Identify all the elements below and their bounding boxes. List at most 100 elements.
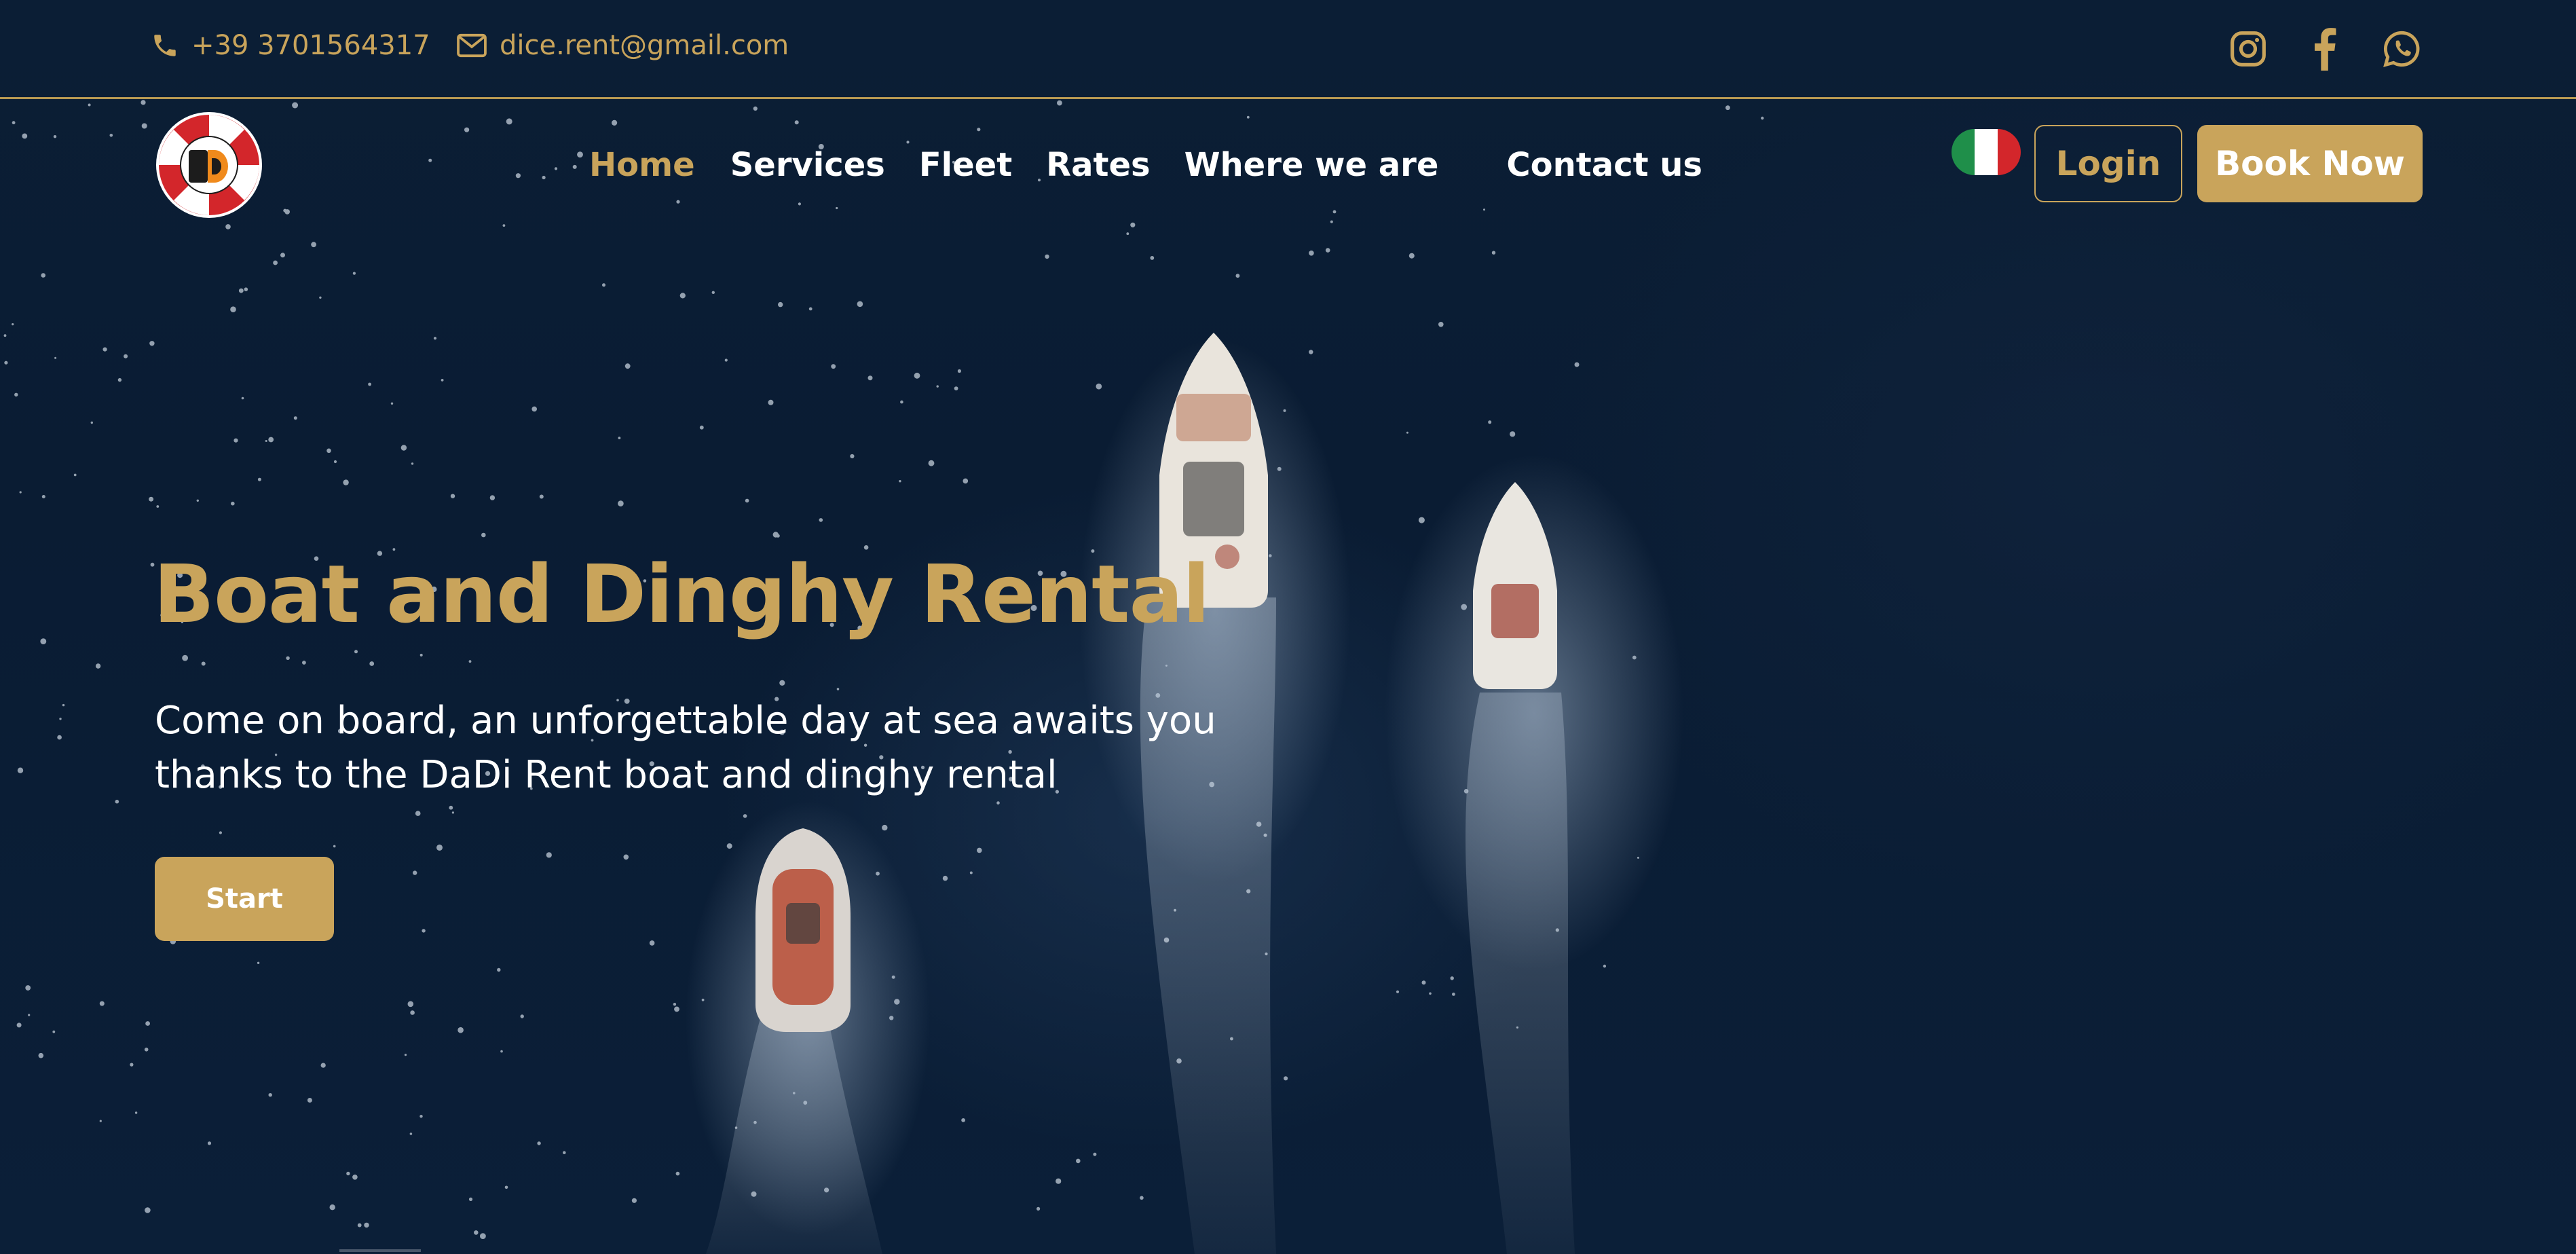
water-sparkle bbox=[415, 811, 421, 816]
water-sparkle bbox=[231, 501, 235, 506]
water-sparkle bbox=[364, 1222, 369, 1228]
water-sparkle bbox=[753, 106, 758, 111]
water-sparkle bbox=[899, 480, 901, 483]
whatsapp-icon bbox=[2383, 31, 2420, 67]
water-sparkle bbox=[409, 1132, 413, 1135]
water-sparkle bbox=[62, 703, 65, 707]
water-sparkle bbox=[419, 1115, 423, 1118]
water-sparkle bbox=[333, 845, 336, 848]
whatsapp-link[interactable] bbox=[2380, 27, 2423, 71]
water-sparkle bbox=[961, 1118, 965, 1122]
water-sparkle bbox=[1056, 1178, 1062, 1184]
water-sparkle bbox=[22, 133, 28, 139]
water-sparkle bbox=[520, 1014, 524, 1018]
nav-home[interactable]: Home bbox=[589, 146, 695, 184]
hero-subtitle-line-1: Come on board, an unforgettable day at s… bbox=[155, 699, 1216, 743]
water-sparkle bbox=[3, 334, 7, 337]
water-sparkle bbox=[798, 202, 801, 206]
instagram-link[interactable] bbox=[2226, 27, 2270, 71]
lifebuoy-logo-icon bbox=[156, 112, 262, 218]
water-sparkle bbox=[631, 1198, 637, 1203]
water-sparkle bbox=[779, 680, 785, 686]
water-sparkle bbox=[54, 356, 57, 359]
water-sparkle bbox=[144, 1048, 149, 1052]
water-sparkle bbox=[1438, 322, 1444, 327]
boat-3 bbox=[755, 828, 851, 1032]
water-sparkle bbox=[1130, 222, 1136, 227]
water-sparkle bbox=[326, 448, 331, 454]
water-sparkle bbox=[354, 650, 358, 654]
water-sparkle bbox=[1421, 980, 1426, 985]
water-sparkle bbox=[234, 438, 238, 443]
italy-flag-icon[interactable] bbox=[1952, 129, 2021, 175]
water-sparkle bbox=[419, 653, 423, 657]
water-sparkle bbox=[1603, 964, 1607, 968]
water-sparkle bbox=[145, 1207, 151, 1213]
book-now-button[interactable]: Book Now bbox=[2197, 125, 2423, 202]
water-sparkle bbox=[207, 1141, 212, 1145]
water-sparkle bbox=[1396, 990, 1400, 993]
water-sparkle bbox=[352, 272, 356, 275]
water-sparkle bbox=[411, 462, 414, 465]
water-sparkle bbox=[1488, 420, 1492, 424]
water-sparkle bbox=[726, 843, 732, 849]
water-sparkle bbox=[441, 379, 444, 382]
scroll-indicator bbox=[339, 1249, 421, 1252]
water-sparkle bbox=[410, 1010, 415, 1015]
water-sparkle bbox=[400, 445, 407, 451]
dadi-rent-logo[interactable] bbox=[155, 111, 263, 219]
start-button[interactable]: Start bbox=[155, 857, 334, 941]
water-sparkle bbox=[1491, 251, 1496, 255]
water-sparkle bbox=[500, 1050, 503, 1053]
water-sparkle bbox=[1246, 115, 1250, 119]
water-sparkle bbox=[794, 120, 799, 125]
hero-subtitle-line-2: thanks to the DaDi Rent boat and dinghy … bbox=[155, 753, 1058, 797]
water-sparkle bbox=[329, 1204, 335, 1211]
water-sparkle bbox=[808, 307, 813, 311]
water-sparkle bbox=[1452, 993, 1455, 996]
nav-fleet[interactable]: Fleet bbox=[919, 146, 1012, 184]
water-sparkle bbox=[99, 1001, 105, 1006]
nav-rates[interactable]: Rates bbox=[1046, 146, 1150, 184]
nav-where-we-are[interactable]: Where we are bbox=[1184, 146, 1439, 184]
water-sparkle bbox=[542, 175, 546, 180]
nav-contact-us[interactable]: Contact us bbox=[1506, 146, 1702, 184]
water-sparkle bbox=[413, 870, 417, 875]
water-sparkle bbox=[1093, 1152, 1097, 1156]
water-sparkle bbox=[244, 287, 248, 292]
nav-services[interactable]: Services bbox=[730, 146, 885, 184]
water-sparkle bbox=[1725, 105, 1730, 111]
water-sparkle bbox=[577, 151, 583, 158]
water-sparkle bbox=[539, 494, 544, 499]
water-sparkle bbox=[201, 661, 206, 666]
water-sparkle bbox=[554, 167, 558, 170]
water-sparkle bbox=[724, 358, 728, 362]
water-sparkle bbox=[368, 382, 371, 386]
top-contact-bar: +39 3701564317 dice.rent@gmail.com bbox=[0, 0, 2576, 99]
email-contact[interactable]: dice.rent@gmail.com bbox=[456, 30, 789, 61]
phone-contact[interactable]: +39 3701564317 bbox=[151, 30, 430, 61]
water-sparkle bbox=[156, 505, 160, 508]
water-sparkle bbox=[12, 121, 16, 125]
water-sparkle bbox=[674, 1006, 679, 1012]
water-sparkle bbox=[141, 123, 147, 129]
water-sparkle bbox=[1309, 350, 1313, 354]
water-sparkle bbox=[124, 354, 128, 358]
water-sparkle bbox=[449, 805, 453, 810]
water-sparkle bbox=[969, 871, 973, 874]
water-sparkle bbox=[850, 454, 855, 459]
water-sparkle bbox=[343, 479, 349, 485]
water-sparkle bbox=[102, 347, 107, 352]
water-sparkle bbox=[819, 518, 823, 522]
facebook-link[interactable] bbox=[2302, 27, 2346, 71]
water-sparkle bbox=[673, 1003, 677, 1006]
water-sparkle bbox=[428, 158, 432, 162]
login-button[interactable]: Login bbox=[2034, 125, 2182, 202]
water-sparkle bbox=[241, 397, 244, 400]
water-sparkle bbox=[481, 532, 486, 538]
water-sparkle bbox=[831, 364, 836, 369]
water-sparkle bbox=[319, 296, 322, 299]
water-sparkle bbox=[1406, 431, 1408, 434]
water-sparkle bbox=[676, 200, 680, 204]
water-sparkle bbox=[182, 654, 188, 661]
